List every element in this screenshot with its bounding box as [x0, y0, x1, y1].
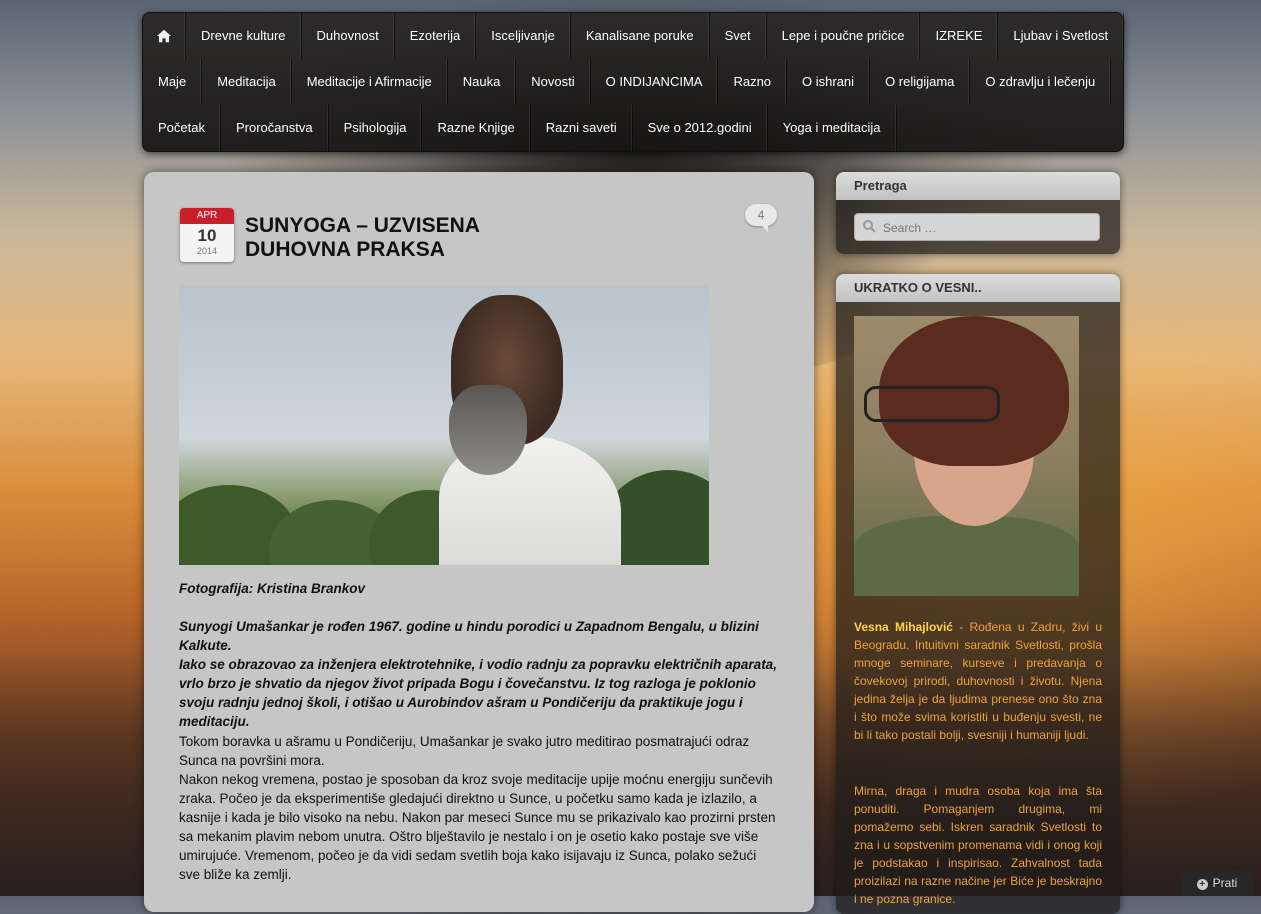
post-date-day: 10	[197, 226, 217, 245]
nav-item-svet[interactable]: Svet	[710, 13, 767, 59]
featured-image	[179, 285, 709, 565]
nav-item-o-ishrani[interactable]: O ishrani	[787, 59, 871, 105]
post-date-month: APR	[180, 208, 234, 224]
nav-item-meditacija[interactable]: Meditacija	[202, 59, 292, 105]
nav-item-psihologija[interactable]: Psihologija	[329, 105, 423, 151]
figure-beard	[449, 385, 527, 475]
comment-count-bubble[interactable]: 4	[745, 204, 777, 232]
nav-item-isceljivanje[interactable]: Isceljivanje	[476, 13, 571, 59]
nav-item-yoga-meditacija[interactable]: Yoga i meditacija	[768, 105, 897, 151]
nav-item-ljubav-svetlost[interactable]: Ljubav i Svetlost	[998, 13, 1125, 59]
about-widget-title: UKRATKO O VESNI..	[836, 274, 1120, 302]
nav-item-maje[interactable]: Maje	[143, 59, 203, 105]
post-title[interactable]: SUNYOGA – UZVISENA DUHOVNA PRAKSA	[245, 214, 545, 262]
nav-item-sve-o-2012[interactable]: Sve o 2012.godini	[633, 105, 768, 151]
nav-item-razno[interactable]: Razno	[718, 59, 788, 105]
search-widget: Pretraga	[836, 172, 1120, 254]
nav-item-novosti[interactable]: Novosti	[516, 59, 591, 105]
nav-item-prorocanstva[interactable]: Proročanstva	[221, 105, 329, 151]
post-paragraph-4: Nakon nekog vremena, postao je sposoban …	[179, 772, 776, 882]
nav-item-meditacije-afirmacije[interactable]: Meditacije i Afirmacije	[292, 59, 448, 105]
photo-caption: Fotografija: Kristina Brankov	[179, 581, 366, 596]
post-date-year: 2014	[196, 246, 218, 256]
avatar-shirt	[854, 516, 1079, 596]
nav-home-button[interactable]	[143, 13, 186, 59]
nav-row-1: Drevne kulture Duhovnost Ezoterija Iscel…	[143, 13, 1125, 59]
post-paragraph-3: Tokom boravka u ašramu u Pondičeriju, Um…	[179, 734, 750, 768]
home-icon	[157, 29, 171, 43]
nav-item-duhovnost[interactable]: Duhovnost	[302, 13, 395, 59]
nav-item-o-indijancima[interactable]: O INDIJANCIMA	[591, 59, 719, 105]
nav-item-o-zdravlju[interactable]: O zdravlju i lečenju	[970, 59, 1112, 105]
nav-item-drevne-kulture[interactable]: Drevne kulture	[186, 13, 302, 59]
post-content: APR 10 2014 SUNYOGA – UZVISENA DUHOVNA P…	[144, 172, 814, 912]
search-input[interactable]	[881, 217, 1097, 239]
about-text-1: Vesna Mihajlović - Rođena u Zadru, živi …	[854, 618, 1102, 744]
search-widget-title: Pretraga	[836, 172, 1120, 200]
about-text-2: Mirna, draga i mudra osoba koja ima šta …	[854, 784, 1102, 906]
about-widget: UKRATKO O VESNI.. Vesna Mihajlović - Rođ…	[836, 274, 1120, 914]
main-navigation: Drevne kulture Duhovnost Ezoterija Iscel…	[142, 12, 1125, 152]
follow-label: Prati	[1212, 876, 1238, 890]
nav-row-2: Maje Meditacija Meditacije i Afirmacije …	[143, 59, 1112, 105]
search-box[interactable]	[854, 213, 1100, 241]
nav-item-o-religijama[interactable]: O religijama	[870, 59, 971, 105]
follow-button[interactable]: + Prati	[1181, 870, 1253, 896]
nav-item-pocetak[interactable]: Početak	[143, 105, 221, 151]
nav-item-kanalisane-poruke[interactable]: Kanalisane poruke	[571, 13, 710, 59]
post-date-badge: APR 10 2014	[180, 208, 234, 262]
author-name: Vesna Mihajlović	[854, 620, 953, 634]
nav-item-ezoterija[interactable]: Ezoterija	[395, 13, 477, 59]
search-icon	[863, 220, 876, 233]
nav-item-nauka[interactable]: Nauka	[448, 59, 517, 105]
post-paragraph-1: Sunyogi Umašankar je rođen 1967. godine …	[179, 619, 759, 653]
about-bio: - Rođena u Zadru, živi u Beogradu. Intui…	[854, 620, 1102, 742]
nav-item-razni-saveti[interactable]: Razni saveti	[531, 105, 633, 151]
nav-item-lepe-pricice[interactable]: Lepe i poučne pričice	[767, 13, 921, 59]
avatar-glasses	[864, 386, 1000, 422]
nav-item-izreke[interactable]: IZREKE	[920, 13, 999, 59]
plus-icon: +	[1196, 879, 1208, 890]
nav-row-3: Početak Proročanstva Psihologija Razne K…	[143, 105, 897, 151]
post-paragraph-2: Iako se obrazovao za inženjera elektrote…	[179, 657, 777, 729]
author-photo	[854, 316, 1079, 596]
nav-item-razne-knjige[interactable]: Razne Knjige	[422, 105, 531, 151]
